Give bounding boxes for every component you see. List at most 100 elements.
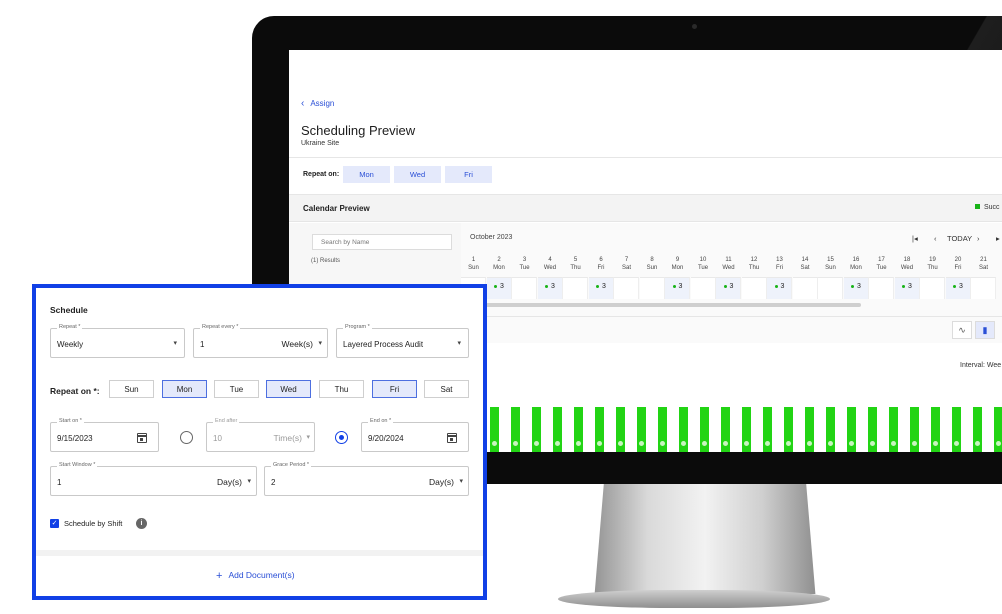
calendar-day-column: 3 Tue [512, 255, 537, 299]
end-after-value: 10 [213, 434, 222, 443]
day-weekday: Sun [646, 265, 658, 271]
line-chart-icon[interactable]: ∿ [952, 321, 972, 339]
calendar-cell[interactable] [741, 277, 767, 299]
chart-bar[interactable] [700, 407, 709, 452]
start-on-field[interactable]: Start on * 9/15/2023 [50, 418, 159, 452]
day-weekday: Thu [570, 265, 581, 271]
chart-bar[interactable] [847, 407, 856, 452]
repeat-select[interactable]: Repeat * Weekly ▾ [50, 324, 185, 358]
day-toggle-wed[interactable]: Wed [266, 380, 311, 398]
today-button[interactable]: TODAY [947, 234, 972, 243]
repeat-on-label: Repeat on *: [50, 386, 100, 396]
end-on-value: 9/20/2024 [368, 434, 404, 443]
calendar-cell[interactable] [920, 277, 945, 299]
grace-period-field[interactable]: Grace Period * 2 Day(s) ▾ [264, 462, 469, 496]
bar-marker [954, 441, 959, 446]
calendar-cell[interactable] [512, 277, 537, 299]
search-input[interactable]: Search by Name [312, 234, 452, 250]
calendar-icon[interactable] [137, 433, 147, 443]
chart-bar[interactable] [826, 407, 835, 452]
bar-marker [807, 441, 812, 446]
calendar-cell[interactable] [792, 277, 818, 299]
day-toggle-sat[interactable]: Sat [424, 380, 469, 398]
chart-bar[interactable] [658, 407, 667, 452]
page-subtitle: Ukraine Site [301, 140, 340, 147]
chart-bar[interactable] [805, 407, 814, 452]
schedule-by-shift-checkbox[interactable]: ✓ [50, 519, 59, 528]
end-on-field[interactable]: End on * 9/20/2024 [361, 418, 469, 452]
end-on-radio[interactable] [335, 431, 348, 444]
chart-bar[interactable] [553, 407, 562, 452]
calendar-icon[interactable] [447, 433, 457, 443]
first-page-icon[interactable]: |◂ [912, 234, 918, 243]
chart-bar[interactable] [889, 407, 898, 452]
chart-bar[interactable] [721, 407, 730, 452]
calendar-cell[interactable] [690, 277, 716, 299]
chart-bar[interactable] [868, 407, 877, 452]
divider [289, 157, 1002, 158]
chart-bar[interactable] [595, 407, 604, 452]
add-document-button[interactable]: + Add Document(s) [216, 570, 295, 582]
bar-marker [576, 441, 581, 446]
event-count: 3 [538, 283, 563, 290]
chart-bar[interactable] [616, 407, 625, 452]
horizontal-scrollbar[interactable] [461, 303, 861, 307]
end-after-field: End after 10 Time(s) ▾ [206, 418, 315, 452]
day-number: 11 [725, 257, 732, 263]
chart-bar[interactable] [637, 407, 646, 452]
repeat-every-unit[interactable]: Week(s) [282, 339, 314, 349]
day-number: 6 [599, 257, 603, 263]
bar-marker [597, 441, 602, 446]
calendar-cell[interactable] [818, 277, 843, 299]
chart-bar[interactable] [910, 407, 919, 452]
day-number: 5 [573, 257, 578, 263]
monitor-stand-base [558, 590, 830, 608]
calendar-cell[interactable] [614, 277, 639, 299]
day-toggle-fri[interactable]: Fri [372, 380, 417, 398]
prev-icon[interactable]: ‹ [934, 234, 937, 243]
calendar-day-column: 16 Mon 3 [843, 255, 869, 299]
day-number: 13 [776, 257, 783, 263]
month-label: October 2023 [470, 234, 513, 241]
day-toggle-thu[interactable]: Thu [319, 380, 364, 398]
bar-marker [513, 441, 518, 446]
start-window-value: 1 [57, 478, 62, 487]
next-icon[interactable]: › [977, 234, 980, 243]
chart-bar[interactable] [763, 407, 772, 452]
calendar-grid: October 2023 |◂ ‹ TODAY › ▸ 1 Sun 2 Mon 3 3 Tu… [461, 223, 1002, 343]
end-after-radio[interactable] [180, 431, 193, 444]
calendar-cell[interactable] [971, 277, 996, 299]
last-page-icon[interactable]: ▸ [996, 234, 1000, 243]
chart-bar[interactable] [931, 407, 940, 452]
chart-bar[interactable] [784, 407, 793, 452]
start-window-field[interactable]: Start Window * 1 Day(s) ▾ [50, 462, 257, 496]
info-icon[interactable]: i [136, 518, 147, 529]
results-count: (1) Results [311, 258, 341, 264]
bar-marker [828, 441, 833, 446]
chart-bar[interactable] [952, 407, 961, 452]
legend-swatch [975, 204, 980, 209]
chart-bar[interactable] [994, 407, 1002, 452]
calendar-cell[interactable] [563, 277, 588, 299]
day-toggle-mon[interactable]: Mon [162, 380, 207, 398]
day-toggle-tue[interactable]: Tue [214, 380, 259, 398]
chart-bar[interactable] [532, 407, 541, 452]
day-toggle-sun[interactable]: Sun [109, 380, 154, 398]
chart-bar[interactable] [679, 407, 688, 452]
chart-bar[interactable] [574, 407, 583, 452]
status-dot-icon [723, 284, 727, 288]
calendar-cell[interactable] [869, 277, 894, 299]
end-after-unit: Time(s) [273, 433, 302, 443]
chart-bar[interactable] [742, 407, 751, 452]
chart-bar[interactable] [490, 407, 499, 452]
bar-marker [723, 441, 728, 446]
chart-bar[interactable] [511, 407, 520, 452]
repeat-every-field[interactable]: Repeat every * 1 Week(s) ▾ [193, 324, 328, 358]
start-window-unit[interactable]: Day(s) [217, 477, 242, 487]
bar-chart-icon[interactable]: ▮ [975, 321, 995, 339]
grace-period-unit[interactable]: Day(s) [429, 477, 454, 487]
program-select[interactable]: Program * Layered Process Audit ▾ [336, 324, 469, 358]
back-link[interactable]: ‹ Assign [301, 98, 334, 109]
calendar-cell[interactable] [639, 277, 665, 299]
chart-bar[interactable] [973, 407, 982, 452]
